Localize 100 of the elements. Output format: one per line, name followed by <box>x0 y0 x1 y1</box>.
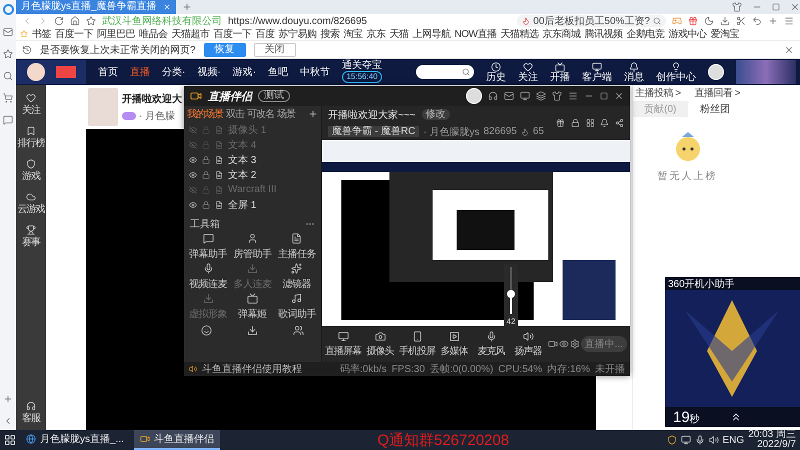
add-icon[interactable] <box>308 109 318 119</box>
search-field[interactable] <box>416 65 474 79</box>
sidebar-item[interactable]: 赛事 <box>22 225 40 248</box>
cart-icon[interactable] <box>3 93 13 103</box>
bookmark-link[interactable]: 百度 <box>256 27 274 41</box>
promo-title[interactable]: 通关夺宝 <box>342 61 382 71</box>
new-tab-icon[interactable] <box>182 2 192 12</box>
panel-link[interactable]: 直播回看 > <box>694 86 740 100</box>
source-control[interactable]: 多媒体 <box>436 330 472 358</box>
add-icon[interactable] <box>3 394 13 404</box>
maximize-icon[interactable] <box>600 92 608 100</box>
bookmark-link[interactable]: 京东商城 <box>542 27 580 41</box>
bookmark-link[interactable]: 苏宁易购 <box>278 27 316 41</box>
taskbar-item[interactable]: 斗鱼直播伴侣 <box>134 430 220 450</box>
scene-tab[interactable]: 我的场景 <box>187 107 223 121</box>
tool-item[interactable]: 歌词助手 <box>274 292 319 322</box>
reload-icon[interactable] <box>54 16 64 26</box>
header-action[interactable]: 开播 <box>550 62 570 82</box>
site-logo-drawing[interactable] <box>16 60 86 84</box>
sidebar-item[interactable]: 关注 <box>22 93 40 116</box>
bookmark-link[interactable]: 书签 <box>32 27 51 41</box>
scene-tab[interactable]: 可改名 <box>247 107 274 121</box>
bookmark-link[interactable]: 游戏中心 <box>668 27 706 41</box>
menu-icon[interactable] <box>568 91 578 101</box>
tool-item[interactable]: 滤镜器 <box>274 262 319 292</box>
source-item[interactable]: 文本 2 <box>184 167 321 182</box>
close-icon[interactable] <box>790 2 800 12</box>
source-control[interactable]: 摄像头 <box>362 330 398 358</box>
nav-link[interactable]: 中秋节 <box>300 65 330 79</box>
search-icon[interactable] <box>3 71 13 81</box>
avatar[interactable] <box>466 88 482 104</box>
bell-icon[interactable] <box>600 118 610 128</box>
chat-icon[interactable] <box>3 115 13 125</box>
close-icon[interactable] <box>614 91 624 101</box>
scene-tab[interactable]: 场景 <box>277 107 295 121</box>
edit-button[interactable]: 修改 <box>422 109 450 120</box>
source-item[interactable]: 全屏 1 <box>184 197 321 212</box>
mode-badge[interactable]: 测试 <box>258 90 290 102</box>
headphones-icon[interactable] <box>488 91 498 101</box>
source-item[interactable]: 文本 3 <box>184 152 321 167</box>
avatar[interactable] <box>708 64 724 80</box>
header-action[interactable]: 关注 <box>518 62 538 82</box>
menu-icon[interactable] <box>784 16 794 26</box>
tool-item[interactable]: 房管助手 <box>230 232 275 262</box>
category-selector[interactable]: 魔兽争霸 - 魔兽RC <box>328 126 420 137</box>
eye-icon[interactable] <box>558 339 569 349</box>
video-icon[interactable] <box>548 339 558 349</box>
mail-icon[interactable] <box>3 27 13 37</box>
tool-item[interactable]: 弹幕助手 <box>186 232 230 262</box>
share-icon[interactable] <box>615 118 624 128</box>
moon-icon[interactable] <box>704 16 714 26</box>
header-action[interactable]: 消息 <box>624 62 644 82</box>
taskbar-item[interactable]: 月色朦胧ys直播_... <box>20 430 130 450</box>
bookmark-link[interactable]: NOW直播 <box>454 27 496 41</box>
close-icon[interactable] <box>162 3 171 11</box>
source-control[interactable]: 扬声器 <box>510 330 546 358</box>
undo-icon[interactable] <box>752 16 762 26</box>
dismiss-button[interactable]: 关闭 <box>254 42 296 56</box>
header-action[interactable]: 客户端 <box>582 62 612 82</box>
close-icon[interactable] <box>784 44 794 54</box>
nav-link[interactable]: 首页 <box>98 65 118 79</box>
bookmark-link[interactable]: 腾讯视频 <box>584 27 622 41</box>
monitor-icon[interactable] <box>520 91 530 101</box>
skin-icon[interactable] <box>552 91 562 101</box>
bookmark-link[interactable]: 爱淘宝 <box>710 27 739 41</box>
settings-icon[interactable] <box>570 339 580 349</box>
tool-item[interactable]: 主播任务 <box>274 232 319 262</box>
lock-icon[interactable] <box>570 118 580 128</box>
header-action[interactable]: 历史 <box>486 62 506 82</box>
gift-icon[interactable] <box>556 118 565 128</box>
volume-slider[interactable]: 42 <box>504 264 518 326</box>
home-icon[interactable] <box>70 16 80 26</box>
panel-link[interactable]: 主播投稿 > <box>635 86 681 100</box>
star-icon[interactable] <box>86 16 96 26</box>
bookmark-link[interactable]: 企鹅电竞 <box>626 27 664 41</box>
tutorial-link[interactable]: 斗鱼直播伴侣使用教程 <box>202 362 302 376</box>
bookmark-link[interactable]: 唯品会 <box>139 27 168 41</box>
add-icon[interactable] <box>768 16 778 26</box>
search-field[interactable]: 00后老板扣员工50%工资? <box>517 15 666 27</box>
bookmark-link[interactable]: 天猫 <box>390 27 408 41</box>
sidebar-item[interactable]: 云游戏 <box>18 192 44 215</box>
bookmark-link[interactable]: 淘宝 <box>344 27 362 41</box>
nav-link[interactable]: 鱼吧 <box>268 65 288 79</box>
nav-link[interactable]: 直播 <box>130 65 150 79</box>
bookmark-link[interactable]: 百度一下 <box>55 27 93 41</box>
bookmark-link[interactable]: 天猫超市 <box>172 27 210 41</box>
bookmark-link[interactable]: 阿里巴巴 <box>97 27 135 41</box>
layout-icon[interactable] <box>586 118 594 128</box>
gamepad-icon[interactable] <box>672 16 682 26</box>
nav-link[interactable]: 分类· <box>162 65 186 79</box>
browser-tab[interactable]: 月色朦胧ys直播_魔兽争霸直播 <box>16 0 176 14</box>
start-icon[interactable] <box>4 434 16 446</box>
scissors-icon[interactable] <box>736 16 746 26</box>
star-icon[interactable] <box>3 49 13 59</box>
source-control[interactable]: 麦克风 <box>473 330 509 358</box>
sidebar-item[interactable]: 排行榜 <box>18 126 44 149</box>
bookmark-link[interactable]: 百度一下 <box>214 27 252 41</box>
streamer-name[interactable]: · 月色朦 <box>139 108 176 122</box>
sidebar-item[interactable]: 客服 <box>22 401 40 424</box>
browser-logo-icon[interactable] <box>2 4 14 15</box>
